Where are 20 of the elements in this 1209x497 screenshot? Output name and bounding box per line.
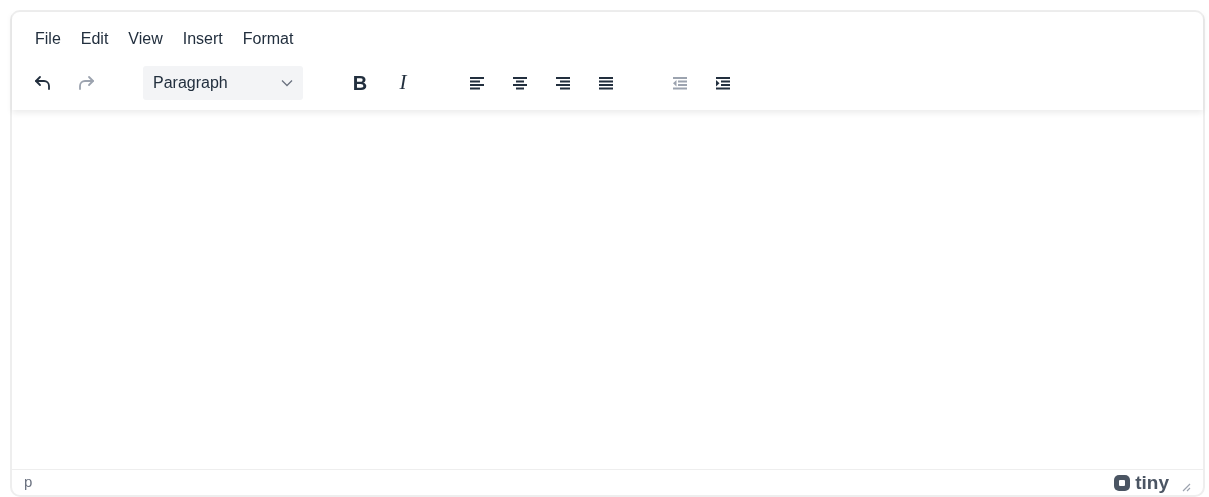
redo-icon: [76, 73, 96, 93]
bold-button[interactable]: B: [343, 66, 377, 100]
indent-icon: [714, 75, 732, 91]
logo-icon: [1113, 473, 1132, 492]
align-right-icon: [554, 75, 572, 91]
outdent-icon: [671, 75, 689, 91]
align-center-icon: [511, 75, 529, 91]
italic-button[interactable]: I: [386, 66, 420, 100]
menu-item[interactable]: File: [26, 26, 70, 52]
element-path[interactable]: p: [24, 471, 33, 494]
justify-icon: [597, 75, 615, 91]
undo-icon: [33, 73, 53, 93]
menu-item[interactable]: Format: [233, 26, 303, 52]
menu-item[interactable]: Insert: [173, 26, 232, 52]
brand-logo-text[interactable]: tiny: [1135, 473, 1169, 492]
menu-item[interactable]: View: [119, 26, 172, 52]
chevron-down-icon: [281, 79, 293, 87]
align-left-icon: [468, 75, 486, 91]
menu-item[interactable]: Edit: [71, 26, 118, 52]
block-format-dropdown[interactable]: Paragraph: [143, 66, 303, 100]
